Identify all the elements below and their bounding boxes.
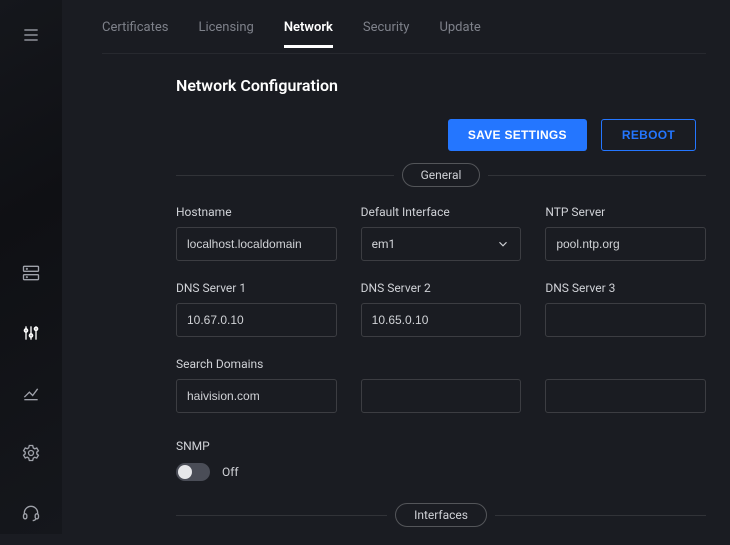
menu-icon[interactable] <box>20 24 42 46</box>
select-default-interface[interactable]: em1 <box>361 227 522 261</box>
field-default-interface: Default Interface em1 <box>361 205 522 261</box>
field-search-domains-2 <box>361 357 522 413</box>
select-default-interface-value: em1 <box>372 237 396 251</box>
left-rail <box>0 0 62 534</box>
field-snmp: SNMP Off <box>176 439 706 481</box>
input-search-domains-2[interactable] <box>361 379 522 413</box>
input-ntp-server[interactable] <box>545 227 706 261</box>
input-dns3[interactable] <box>545 303 706 337</box>
action-row: SAVE SETTINGS REBOOT <box>176 119 706 151</box>
label-ntp-server: NTP Server <box>545 205 706 219</box>
content: Network Configuration SAVE SETTINGS REBO… <box>102 54 706 545</box>
tab-update[interactable]: Update <box>439 20 480 47</box>
tab-licensing[interactable]: Licensing <box>198 20 253 47</box>
input-dns2[interactable] <box>361 303 522 337</box>
section-general: General <box>176 163 706 187</box>
field-hostname: Hostname <box>176 205 337 261</box>
input-search-domains[interactable] <box>176 379 337 413</box>
label-dns2: DNS Server 2 <box>361 281 522 295</box>
field-dns2: DNS Server 2 <box>361 281 522 337</box>
field-dns3: DNS Server 3 <box>545 281 706 337</box>
page-title: Network Configuration <box>176 76 706 95</box>
snmp-state: Off <box>222 465 239 479</box>
tab-network[interactable]: Network <box>284 20 333 48</box>
sliders-icon[interactable] <box>20 322 42 344</box>
section-general-label: General <box>402 163 481 187</box>
chevron-down-icon <box>496 237 510 251</box>
input-search-domains-3[interactable] <box>545 379 706 413</box>
servers-icon[interactable] <box>20 262 42 284</box>
gear-icon[interactable] <box>20 442 42 464</box>
section-interfaces: Interfaces <box>176 503 706 527</box>
label-default-interface: Default Interface <box>361 205 522 219</box>
field-dns1: DNS Server 1 <box>176 281 337 337</box>
field-search-domains: Search Domains <box>176 357 337 413</box>
label-dns3: DNS Server 3 <box>545 281 706 295</box>
label-snmp: SNMP <box>176 439 706 453</box>
input-dns1[interactable] <box>176 303 337 337</box>
label-dns1: DNS Server 1 <box>176 281 337 295</box>
tab-security[interactable]: Security <box>363 20 410 47</box>
main-panel: Certificates Licensing Network Security … <box>62 0 730 534</box>
headset-icon[interactable] <box>20 502 42 524</box>
chart-icon[interactable] <box>20 382 42 404</box>
section-interfaces-label: Interfaces <box>395 503 487 527</box>
snmp-toggle[interactable] <box>176 463 210 481</box>
field-search-domains-3 <box>545 357 706 413</box>
tab-bar: Certificates Licensing Network Security … <box>102 0 706 54</box>
label-search-domains: Search Domains <box>176 357 337 371</box>
label-hostname: Hostname <box>176 205 337 219</box>
label-search-domains-3 <box>545 357 706 371</box>
input-hostname[interactable] <box>176 227 337 261</box>
reboot-button[interactable]: REBOOT <box>601 119 696 151</box>
field-ntp-server: NTP Server <box>545 205 706 261</box>
label-search-domains-2 <box>361 357 522 371</box>
tab-certificates[interactable]: Certificates <box>102 20 168 47</box>
save-settings-button[interactable]: SAVE SETTINGS <box>448 119 587 151</box>
